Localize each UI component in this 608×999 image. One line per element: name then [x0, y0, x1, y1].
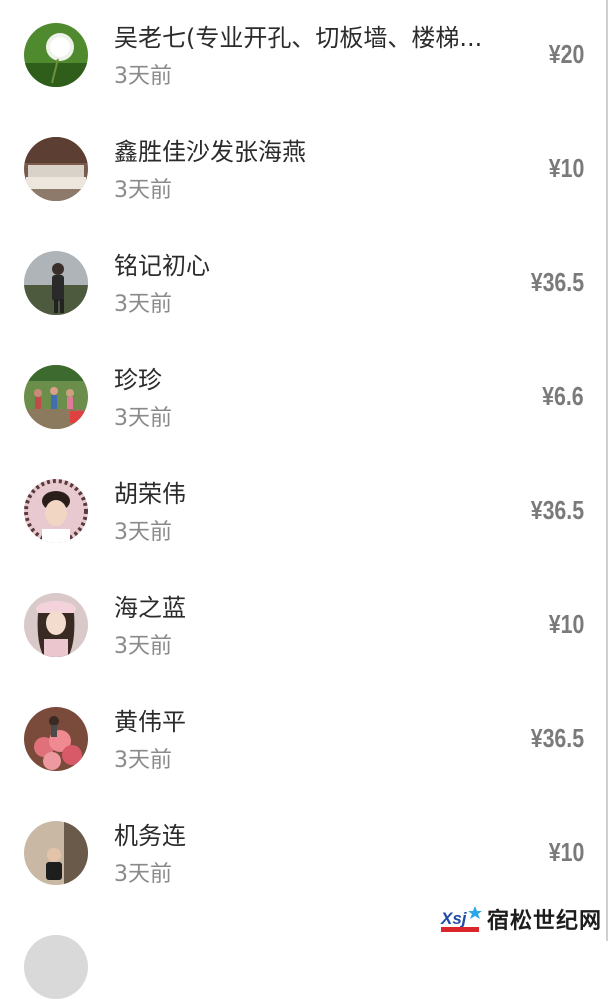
- donation-time: 3天前: [114, 634, 172, 659]
- site-logo-icon: Xsj: [440, 906, 482, 932]
- donation-amount: ¥36.5: [530, 267, 584, 297]
- avatar-icon: [24, 935, 88, 999]
- donor-list: 吴老七(专业开孔、切板墙、楼梯... 3天前 ¥20 鑫胜佳沙发张海燕 3天前 …: [0, 0, 608, 912]
- list-item[interactable]: 吴老七(专业开孔、切板墙、楼梯... 3天前 ¥20: [0, 0, 608, 114]
- donation-amount: ¥36.5: [530, 723, 584, 753]
- donation-time: 3天前: [114, 406, 172, 431]
- donor-name: 吴老七(专业开孔、切板墙、楼梯...: [114, 24, 483, 52]
- donation-amount: ¥10: [548, 609, 584, 639]
- watermark-text: 宿松世纪网: [486, 909, 602, 934]
- child-avatar-icon: [24, 821, 88, 885]
- donation-amount: ¥10: [548, 837, 584, 867]
- list-item[interactable]: 铭记初心 3天前 ¥36.5: [0, 228, 608, 342]
- dandelion-avatar-icon: [24, 23, 88, 87]
- person-outdoor-avatar-icon: [24, 251, 88, 315]
- donor-name: 黄伟平: [114, 708, 186, 736]
- portrait-avatar-icon: [24, 479, 88, 543]
- donor-name: 胡荣伟: [114, 480, 186, 508]
- donation-time: 3天前: [114, 748, 172, 773]
- donation-time: 3天前: [114, 64, 172, 89]
- donation-time: 3天前: [114, 520, 172, 545]
- donation-amount: ¥36.5: [530, 495, 584, 525]
- donation-amount: ¥20: [548, 39, 584, 69]
- list-item[interactable]: 胡荣伟 3天前 ¥36.5: [0, 456, 608, 570]
- site-watermark: Xsj 宿松世纪网: [439, 901, 602, 937]
- donation-time: 3天前: [114, 292, 172, 317]
- list-item[interactable]: 鑫胜佳沙发张海燕 3天前 ¥10: [0, 114, 608, 228]
- group-photo-avatar-icon: [24, 365, 88, 429]
- girl-hat-avatar-icon: [24, 593, 88, 657]
- donor-name: 铭记初心: [114, 252, 210, 280]
- list-item[interactable]: 机务连 3天前 ¥10: [0, 798, 608, 912]
- list-item[interactable]: 海之蓝 3天前 ¥10: [0, 570, 608, 684]
- sofa-avatar-icon: [24, 137, 88, 201]
- flowers-avatar-icon: [24, 707, 88, 771]
- donation-amount: ¥6.6: [542, 381, 584, 411]
- donor-name: 海之蓝: [114, 594, 186, 622]
- donation-time: 3天前: [114, 178, 172, 203]
- donor-name: 鑫胜佳沙发张海燕: [114, 138, 306, 166]
- list-item[interactable]: 珍珍 3天前 ¥6.6: [0, 342, 608, 456]
- list-item[interactable]: 黄伟平 3天前 ¥36.5: [0, 684, 608, 798]
- donor-name: 珍珍: [114, 366, 162, 394]
- donation-amount: ¥10: [548, 153, 584, 183]
- donor-name: 机务连: [114, 822, 186, 850]
- svg-text:Xsj: Xsj: [440, 909, 468, 928]
- donation-time: 3天前: [114, 862, 172, 887]
